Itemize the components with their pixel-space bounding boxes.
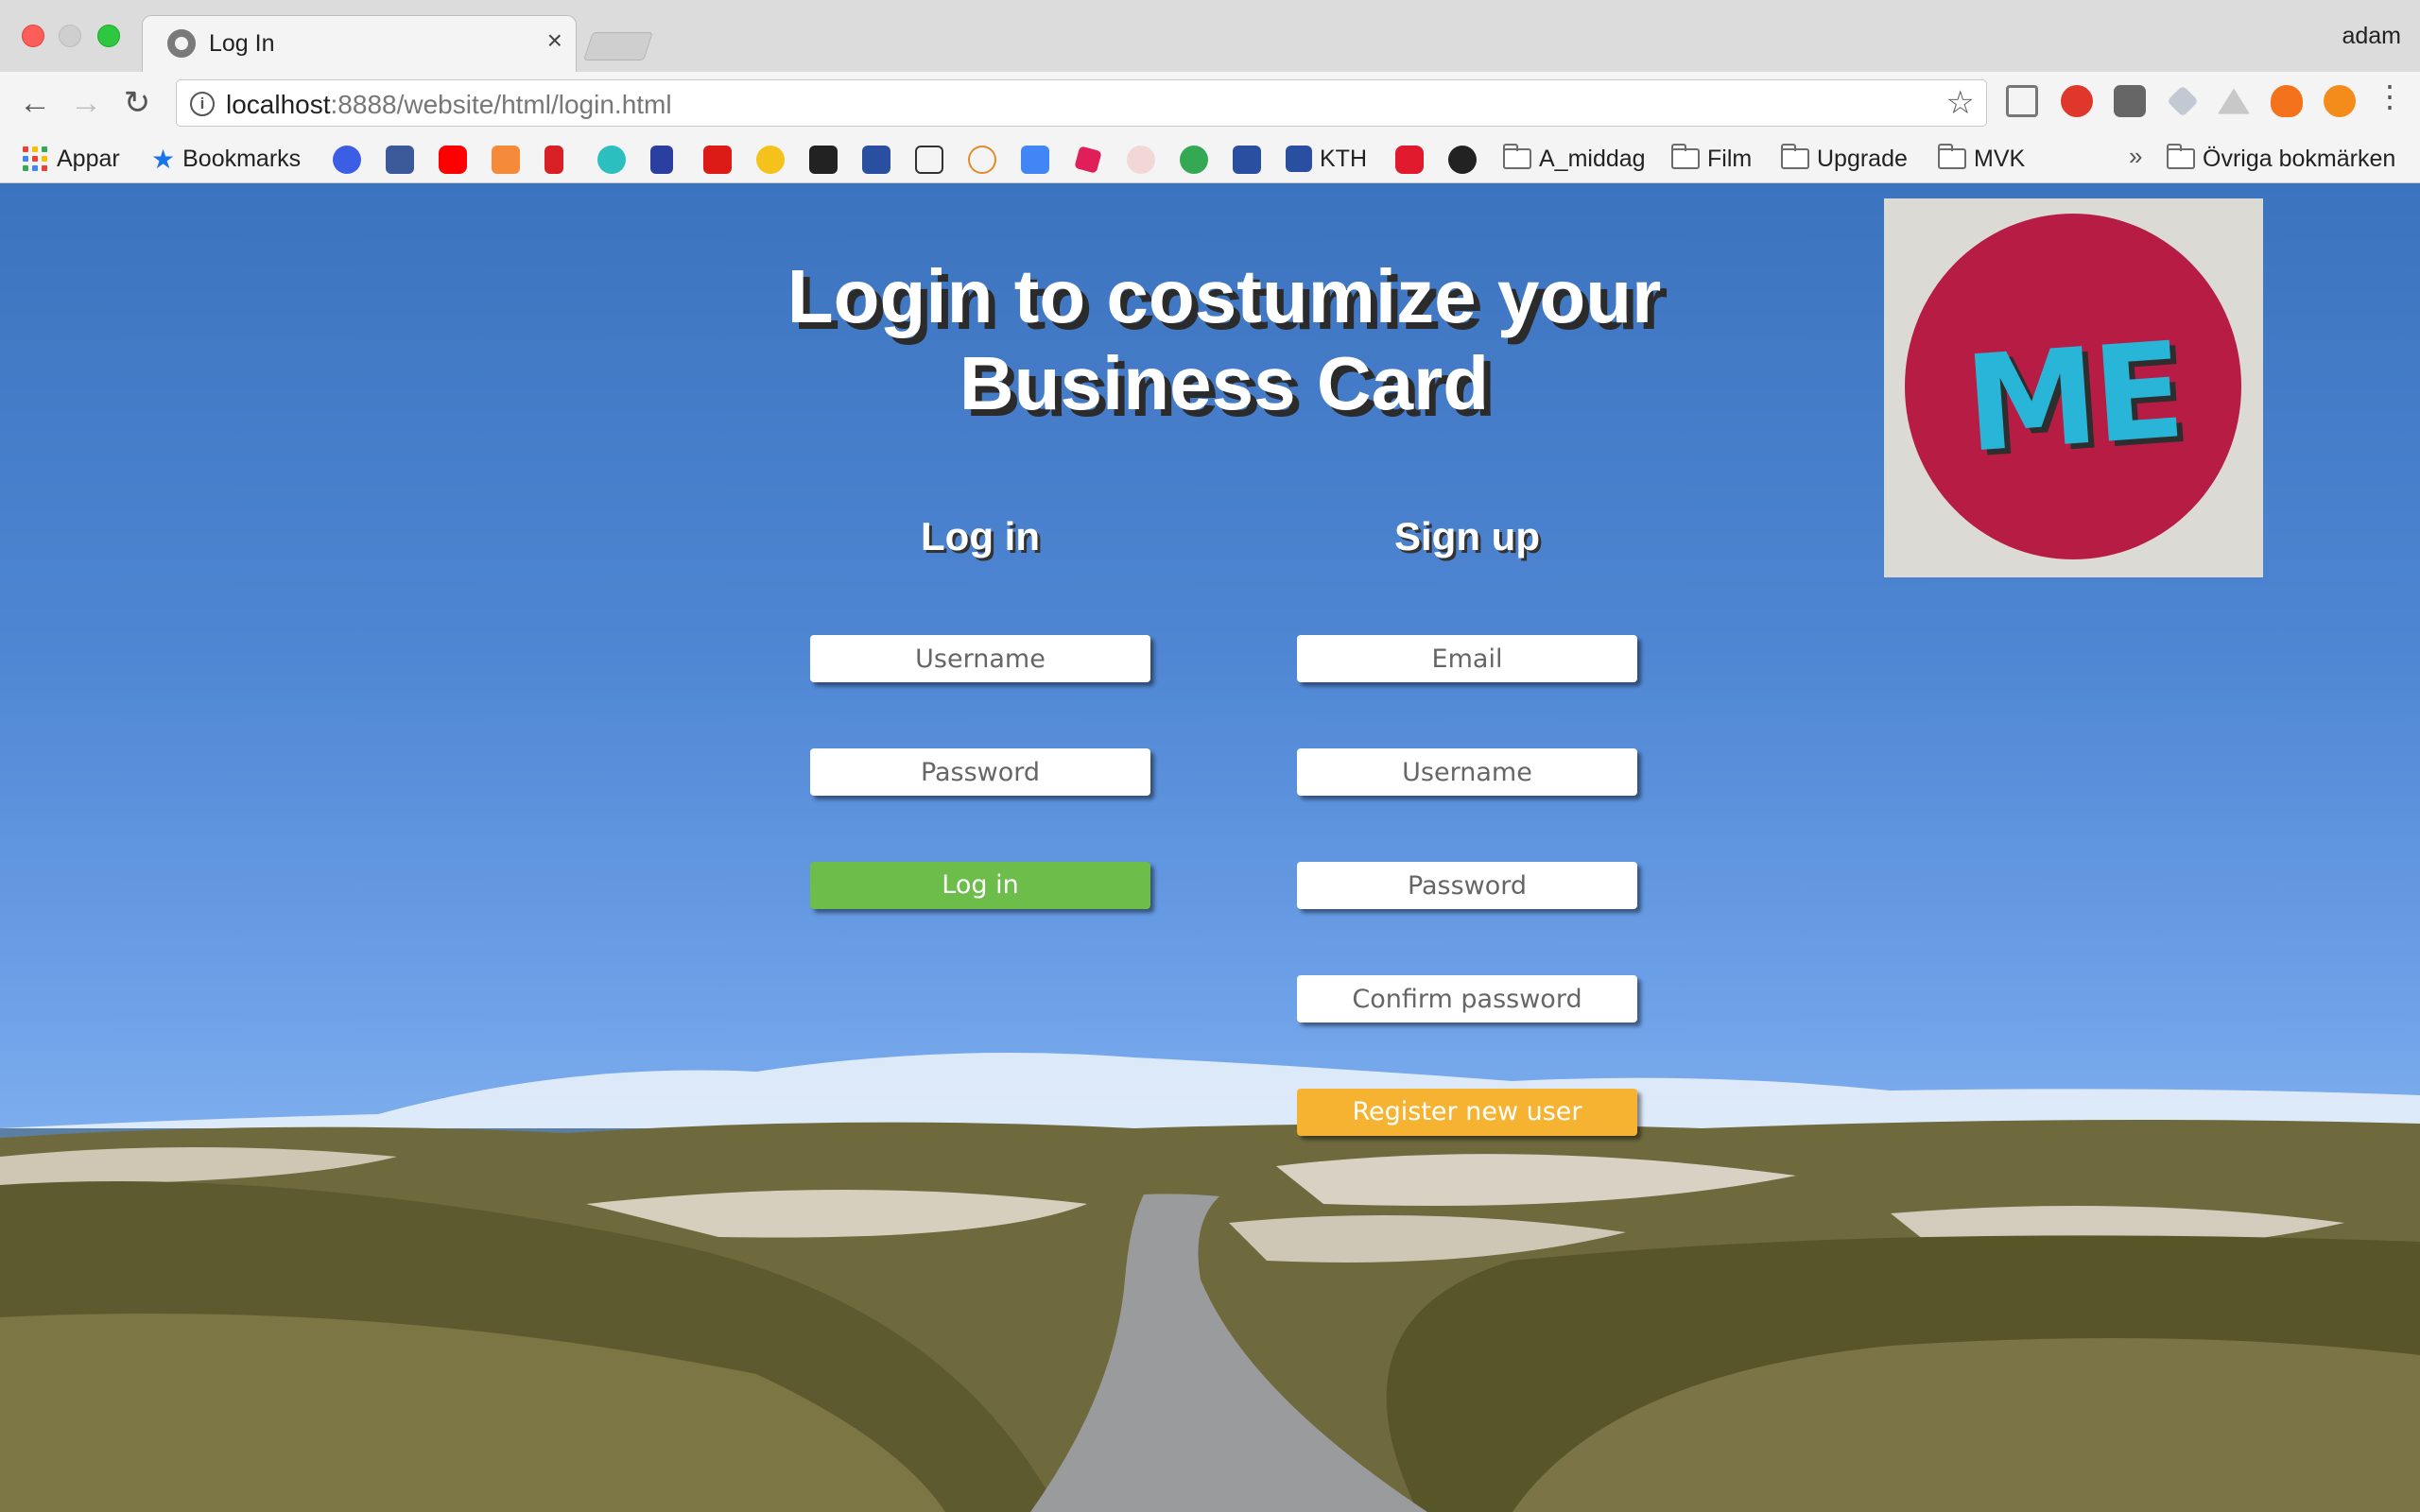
active-tab[interactable]: Log In × xyxy=(142,15,577,72)
page-viewport: Login to costumize your Business Card ME… xyxy=(0,183,2420,1512)
folder-icon xyxy=(1938,144,1966,169)
bookmark-kth[interactable]: KTH xyxy=(1286,144,1367,174)
bookmark-folder-mvk[interactable]: MVK xyxy=(1938,144,2025,174)
yellow-bookmark-icon[interactable] xyxy=(756,146,785,174)
dropbox-icon[interactable] xyxy=(2167,85,2199,117)
folder-label: Upgrade xyxy=(1817,145,1908,172)
bookmark-apps[interactable]: Appar xyxy=(23,144,120,174)
address-bar[interactable]: i localhost:8888/website/html/login.html… xyxy=(176,79,1987,127)
circle-bookmark-icon[interactable] xyxy=(597,146,626,174)
folder-label: Övriga bokmärken xyxy=(2203,145,2396,172)
fire-extension-icon[interactable] xyxy=(2271,85,2303,117)
facebook-bookmark-icon[interactable] xyxy=(386,146,414,174)
logo-text: ME xyxy=(1961,314,2186,483)
page-favicon-icon xyxy=(167,29,196,58)
rings-bookmark-icon[interactable] xyxy=(1180,146,1208,174)
cloud-bookmark-icon[interactable] xyxy=(968,146,996,174)
site-info-icon[interactable]: i xyxy=(190,92,215,116)
signup-username-input[interactable] xyxy=(1297,748,1637,796)
window-maximize-button[interactable] xyxy=(97,25,120,47)
signup-email-input[interactable] xyxy=(1297,635,1637,682)
folder-icon xyxy=(1671,144,1700,169)
drive-icon[interactable] xyxy=(2218,88,2250,114)
bookmark-bookmarks-label: Bookmarks xyxy=(182,145,302,172)
tab-bar: Log In × adam xyxy=(0,0,2420,72)
tab-title: Log In xyxy=(209,30,275,57)
logo-circle: ME xyxy=(1905,214,2241,559)
netflix-bookmark-icon[interactable] xyxy=(544,146,563,174)
reload-icon[interactable]: ↻ xyxy=(119,85,155,121)
soundwave-bookmark-icon[interactable] xyxy=(650,146,673,174)
login-username-input[interactable] xyxy=(810,635,1150,682)
back-arrow-icon[interactable]: ← xyxy=(17,85,53,121)
oracle-bookmark-icon[interactable] xyxy=(1395,146,1424,174)
register-button[interactable]: Register new user xyxy=(1297,1089,1637,1136)
bookmark-star-icon[interactable]: ☆ xyxy=(1946,84,1975,122)
folder-label: Film xyxy=(1707,145,1753,172)
page-headline: Login to costumize your Business Card xyxy=(786,254,1662,425)
new-tab-button[interactable] xyxy=(583,32,653,60)
url-host: localhost xyxy=(226,90,331,119)
me-logo: ME xyxy=(1884,198,2263,577)
youtube-bookmark-icon[interactable] xyxy=(439,146,467,174)
kth-seal-bookmark-icon-2[interactable] xyxy=(1233,146,1261,174)
login-button[interactable]: Log in xyxy=(810,862,1150,909)
window-minimize-button[interactable] xyxy=(59,25,81,47)
dots-bookmark-icon[interactable] xyxy=(1127,146,1155,174)
github-bookmark-icon[interactable] xyxy=(809,146,838,174)
cast-icon[interactable] xyxy=(2006,85,2038,117)
ea-bookmark-icon[interactable] xyxy=(1448,146,1477,174)
code-bookmark-icon[interactable] xyxy=(915,146,943,174)
browser-menu-icon[interactable]: ⋮ xyxy=(2375,81,2405,112)
forward-arrow-icon[interactable]: → xyxy=(68,85,104,121)
idea-bookmark-icon[interactable] xyxy=(492,146,520,174)
blue-star-icon: ★ xyxy=(151,144,176,174)
bookmark-folder-film[interactable]: Film xyxy=(1671,144,1752,174)
bookmarks-overflow-icon[interactable]: » xyxy=(2129,142,2142,171)
bookmark-apps-label: Appar xyxy=(57,145,120,172)
folder-icon xyxy=(2167,144,2195,169)
profile-name[interactable]: adam xyxy=(2342,23,2401,50)
kth-seal-icon xyxy=(1286,146,1312,172)
window-close-button[interactable] xyxy=(22,25,44,47)
calendar-bookmark-icon[interactable] xyxy=(1021,146,1049,174)
bookmark-folder-upgrade[interactable]: Upgrade xyxy=(1781,144,1908,174)
signup-confirm-password-input[interactable] xyxy=(1297,975,1637,1022)
login-password-input[interactable] xyxy=(810,748,1150,796)
tab-close-icon[interactable]: × xyxy=(547,27,562,54)
bookmark-kth-label: KTH xyxy=(1320,145,1367,172)
adblock-icon[interactable] xyxy=(2061,85,2093,117)
folder-label: MVK xyxy=(1974,145,2026,172)
bookmark-folder-a-middag[interactable]: A_middag xyxy=(1503,144,1646,174)
browser-toolbar: ← → ↻ i localhost:8888/website/html/logi… xyxy=(0,72,2420,134)
lightbulb-extension-icon[interactable] xyxy=(2114,85,2146,117)
bookmarks-bar: Appar ★ Bookmarks KTH A_middag Film Upgr… xyxy=(0,134,2420,183)
folder-label: A_middag xyxy=(1539,145,1646,172)
angular-bookmark-icon[interactable] xyxy=(703,146,732,174)
chat-bookmark-icon[interactable] xyxy=(333,146,361,174)
login-heading: Log in xyxy=(921,514,1040,558)
folder-icon xyxy=(1503,144,1531,169)
signup-password-input[interactable] xyxy=(1297,862,1637,909)
kth-seal-bookmark-icon[interactable] xyxy=(862,146,890,174)
folder-icon xyxy=(1781,144,1809,169)
url-text[interactable]: localhost:8888/website/html/login.html xyxy=(226,90,672,120)
slack-bookmark-icon[interactable] xyxy=(1074,146,1102,174)
url-path: :8888/website/html/login.html xyxy=(330,90,672,119)
apps-grid-icon xyxy=(23,146,47,171)
signup-heading: Sign up xyxy=(1394,514,1540,558)
play-extension-icon[interactable] xyxy=(2324,85,2356,117)
bookmark-folder-other[interactable]: Övriga bokmärken xyxy=(2167,144,2395,174)
bookmark-bookmarks[interactable]: ★ Bookmarks xyxy=(151,144,301,174)
